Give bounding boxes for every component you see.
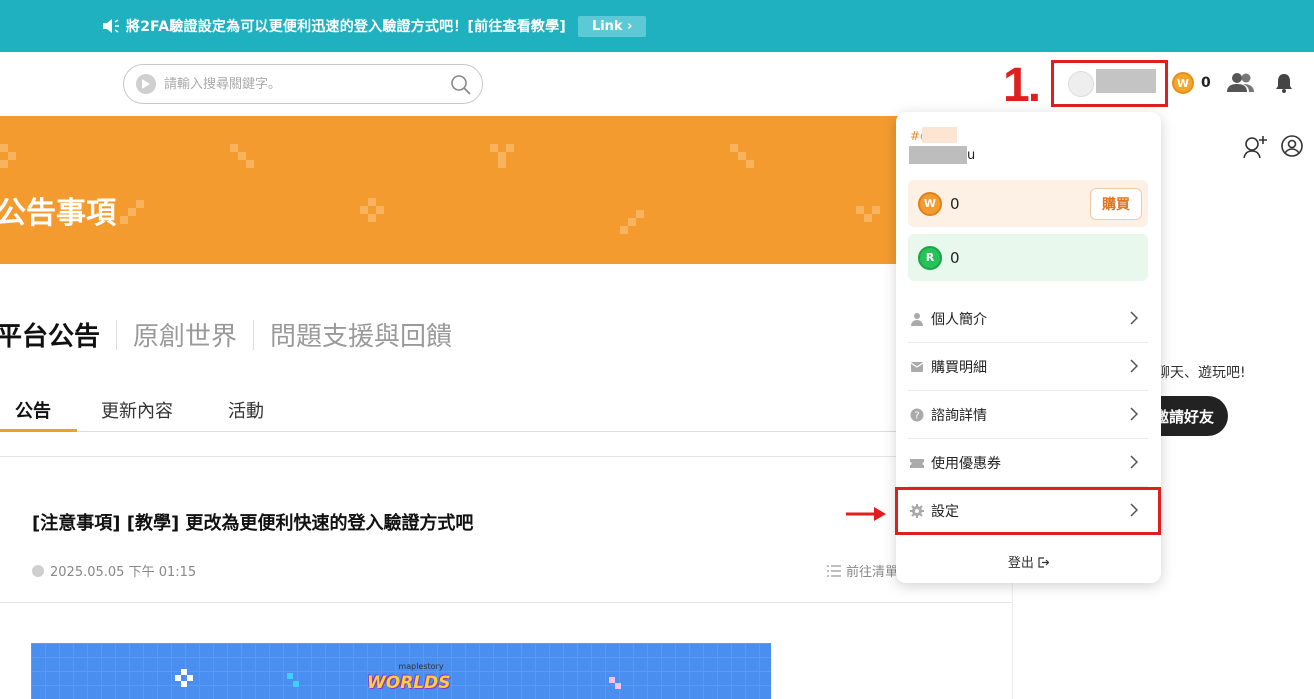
goto-list-link[interactable]: 前往清單 bbox=[827, 561, 898, 580]
tab-announcement[interactable]: 公告 bbox=[0, 397, 77, 432]
menu-item-label: 個人簡介 bbox=[931, 311, 987, 328]
banner-link-label: Link bbox=[591, 18, 623, 34]
tab-updates[interactable]: 更新內容 bbox=[101, 397, 173, 432]
top-banner: 將2FA驗證設定為可以更便利迅速的登入驗證方式吧！[前往查看教學] Link › bbox=[0, 0, 1314, 52]
search-icon[interactable] bbox=[450, 74, 472, 96]
question-icon: ? bbox=[910, 408, 924, 421]
chat-hint-text: 聊天、遊玩吧! bbox=[1156, 365, 1246, 381]
section-original-world[interactable]: 原創世界 bbox=[117, 316, 253, 353]
menu-item-label: 使用優惠券 bbox=[931, 455, 1001, 472]
user-name-redacted bbox=[909, 146, 967, 164]
post-meta: 2025.05.05 下午 01:15 bbox=[32, 561, 196, 580]
menu-item-label: 購買明細 bbox=[931, 359, 987, 376]
step-annotation: 1. bbox=[1003, 59, 1041, 112]
post-date: 2025.05.05 下午 01:15 bbox=[50, 565, 197, 580]
divider bbox=[0, 602, 1012, 603]
post-image: maplestory WORLDS bbox=[31, 643, 771, 699]
menu-item-coupon[interactable]: 使用優惠券 bbox=[908, 439, 1148, 487]
chevron-right-icon bbox=[1130, 407, 1138, 421]
menu-item-inquiry[interactable]: ? 諮詢詳情 bbox=[908, 391, 1148, 439]
friends-icon[interactable] bbox=[1227, 72, 1255, 94]
maplestory-logo-small: maplestory bbox=[398, 662, 444, 671]
hero-banner: 公告事項 bbox=[0, 116, 1012, 264]
svg-text:?: ? bbox=[914, 410, 919, 421]
section-support[interactable]: 問題支援與回饋 bbox=[254, 316, 468, 353]
tab-bar: 公告 更新內容 活動 bbox=[0, 397, 1012, 432]
w-coin-icon: W bbox=[1172, 72, 1194, 94]
arrow-right-icon bbox=[846, 507, 886, 521]
profile-button[interactable] bbox=[1051, 60, 1168, 107]
section-platform[interactable]: 平台公告 bbox=[0, 316, 116, 353]
logout-icon bbox=[1038, 557, 1050, 568]
user-circle-icon[interactable] bbox=[1280, 134, 1304, 158]
w-coin-balance: 0 bbox=[1201, 75, 1211, 91]
page-title: 公告事項 bbox=[0, 196, 116, 231]
tab-events[interactable]: 活動 bbox=[228, 397, 264, 432]
play-icon bbox=[136, 74, 156, 94]
divider bbox=[0, 456, 1012, 457]
menu-item-purchase-history[interactable]: 購買明細 bbox=[908, 343, 1148, 391]
section-nav: 平台公告 原創世界 問題支援與回饋 bbox=[0, 316, 468, 353]
add-friend-icon[interactable] bbox=[1242, 134, 1268, 160]
buy-button[interactable]: 購買 bbox=[1090, 188, 1142, 220]
worlds-logo: WORLDS bbox=[367, 673, 451, 693]
chevron-right-icon bbox=[1130, 359, 1138, 373]
clock-icon bbox=[32, 564, 44, 577]
r-coin-wallet: R 0 bbox=[908, 234, 1148, 281]
receipt-icon bbox=[910, 361, 924, 372]
list-icon bbox=[827, 564, 841, 577]
search-bar[interactable] bbox=[123, 64, 483, 104]
logout-label: 登出 bbox=[1007, 556, 1034, 571]
speaker-icon bbox=[103, 19, 119, 33]
chevron-right-icon bbox=[1130, 311, 1138, 325]
r-coin-icon: R bbox=[918, 245, 942, 270]
w-coin-icon: W bbox=[918, 191, 942, 216]
coupon-icon bbox=[910, 458, 924, 468]
bell-icon[interactable] bbox=[1275, 72, 1293, 94]
banner-link-button[interactable]: Link › bbox=[577, 15, 647, 37]
logout-button[interactable]: 登出 bbox=[896, 552, 1161, 571]
user-tag-redacted bbox=[922, 127, 957, 143]
menu-item-profile[interactable]: 個人簡介 bbox=[908, 295, 1148, 343]
avatar bbox=[1068, 71, 1094, 97]
settings-highlight-box bbox=[895, 487, 1161, 535]
username-redacted bbox=[1096, 69, 1156, 93]
w-coin-balance: 0 bbox=[950, 194, 960, 213]
w-coin-wallet: W 0 購買 bbox=[908, 180, 1148, 227]
r-coin-balance: 0 bbox=[950, 248, 960, 267]
user-name-suffix: u bbox=[967, 148, 976, 163]
goto-list-label: 前往清單 bbox=[846, 565, 899, 580]
search-input[interactable] bbox=[164, 76, 434, 92]
chevron-right-icon bbox=[1130, 455, 1138, 469]
menu-item-label: 諮詢詳情 bbox=[931, 407, 987, 424]
post-title[interactable]: [注意事項] [教學] 更改為更便利快速的登入驗證方式吧 bbox=[32, 509, 473, 535]
banner-message[interactable]: 將2FA驗證設定為可以更便利迅速的登入驗證方式吧！[前往查看教學] bbox=[126, 16, 566, 36]
person-icon bbox=[911, 312, 923, 326]
